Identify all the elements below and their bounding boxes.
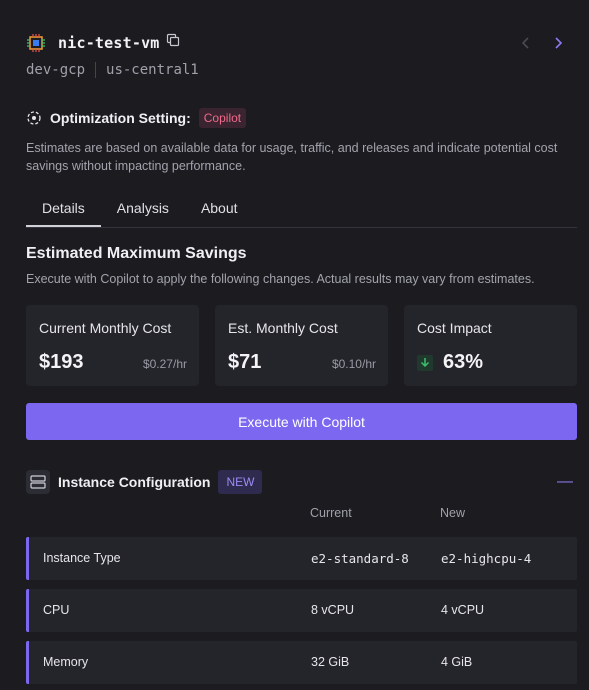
cost-cards: Current Monthly Cost $193 $0.27/hr Est. … <box>26 305 577 386</box>
config-row-cpu: CPU 8 vCPU 4 vCPU <box>26 589 577 632</box>
current-cost-card: Current Monthly Cost $193 $0.27/hr <box>26 305 199 386</box>
instance-config-header: Instance Configuration NEW — <box>26 469 577 495</box>
chevron-right-icon[interactable] <box>553 36 563 50</box>
current-hourly-rate: $0.27/hr <box>142 357 187 371</box>
copy-icon[interactable] <box>166 33 180 47</box>
card-label: Current Monthly Cost <box>39 320 172 336</box>
tab-details[interactable]: Details <box>26 193 101 227</box>
card-label: Est. Monthly Cost <box>228 320 338 336</box>
instance-config-title: Instance Configuration <box>58 474 211 490</box>
location-row: dev-gcp us-central1 <box>26 62 577 78</box>
config-current-value: e2-standard-8 <box>311 551 409 566</box>
resource-nav <box>521 36 563 50</box>
cost-impact-value: 63% <box>443 351 484 373</box>
config-current-value: 8 vCPU <box>311 603 355 617</box>
server-icon <box>26 470 50 494</box>
new-badge: NEW <box>218 470 263 494</box>
arrow-down-icon <box>417 354 433 371</box>
optimization-label: Optimization Setting: <box>50 110 191 126</box>
config-label: CPU <box>43 603 70 617</box>
card-label: Cost Impact <box>417 320 492 336</box>
resource-header: nic-test-vm dev-gcp us-central1 <box>26 30 577 78</box>
cpu-chip-icon <box>27 34 45 52</box>
column-header-new: New <box>440 506 466 520</box>
cost-impact-card: Cost Impact 63% <box>404 305 577 386</box>
execute-with-copilot-button[interactable]: Execute with Copilot <box>26 403 577 440</box>
estimated-monthly-cost: $71 <box>228 351 262 373</box>
optimization-mode-badge: Copilot <box>198 108 247 128</box>
config-label: Memory <box>43 655 89 669</box>
config-current-value: 32 GiB <box>311 655 350 669</box>
chevron-left-icon[interactable] <box>521 36 531 50</box>
cost-impact-wrap: 63% <box>417 351 483 374</box>
config-row-memory: Memory 32 GiB 4 GiB <box>26 641 577 684</box>
config-label: Instance Type <box>43 551 121 565</box>
region-name: us-central1 <box>106 62 199 78</box>
vm-name: nic-test-vm <box>58 34 160 52</box>
divider <box>95 62 97 78</box>
tab-analysis[interactable]: Analysis <box>101 193 185 226</box>
config-row-instance-type: Instance Type e2-standard-8 e2-highcpu-4 <box>26 537 577 580</box>
config-new-value: e2-highcpu-4 <box>441 551 532 566</box>
estimated-hourly-rate: $0.10/hr <box>331 357 376 371</box>
tab-bar: Details Analysis About <box>26 193 577 228</box>
savings-description: Execute with Copilot to apply the follow… <box>26 272 535 286</box>
collapse-icon[interactable]: — <box>557 473 573 491</box>
tab-about[interactable]: About <box>185 193 254 226</box>
optimization-setting: Optimization Setting: Copilot <box>26 108 247 128</box>
savings-title: Estimated Maximum Savings <box>26 245 247 262</box>
config-new-value: 4 vCPU <box>441 603 485 617</box>
optimization-description: Estimates are based on available data fo… <box>26 141 558 173</box>
column-header-current: Current <box>310 506 352 520</box>
project-name: dev-gcp <box>26 62 86 78</box>
estimated-cost-card: Est. Monthly Cost $71 $0.10/hr <box>215 305 388 386</box>
title-row: nic-test-vm <box>26 30 577 56</box>
current-monthly-cost: $193 <box>39 351 84 373</box>
optimization-icon <box>27 111 41 125</box>
config-new-value: 4 GiB <box>441 655 473 669</box>
